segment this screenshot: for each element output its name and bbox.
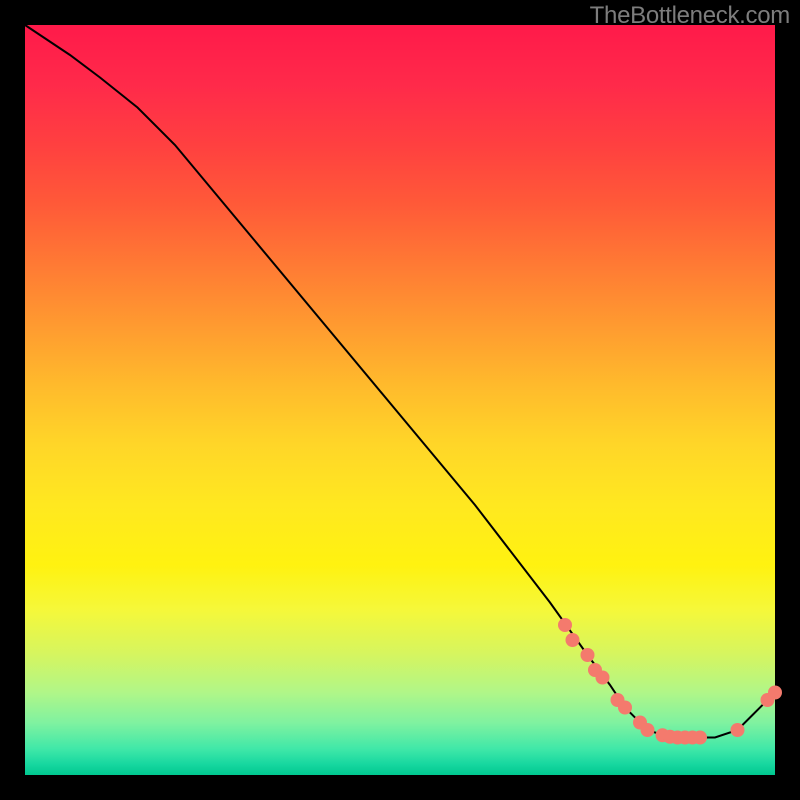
- data-point: [566, 633, 580, 647]
- chart-frame: TheBottleneck.com: [0, 0, 800, 800]
- chart-svg: [25, 25, 775, 775]
- data-point: [693, 731, 707, 745]
- data-point: [618, 701, 632, 715]
- data-point: [768, 686, 782, 700]
- plot-area: [25, 25, 775, 775]
- curve-line: [25, 25, 775, 738]
- data-point: [558, 618, 572, 632]
- data-point: [596, 671, 610, 685]
- watermark-text: TheBottleneck.com: [590, 2, 790, 30]
- data-point: [731, 723, 745, 737]
- data-points: [558, 618, 782, 745]
- data-point: [581, 648, 595, 662]
- data-point: [641, 723, 655, 737]
